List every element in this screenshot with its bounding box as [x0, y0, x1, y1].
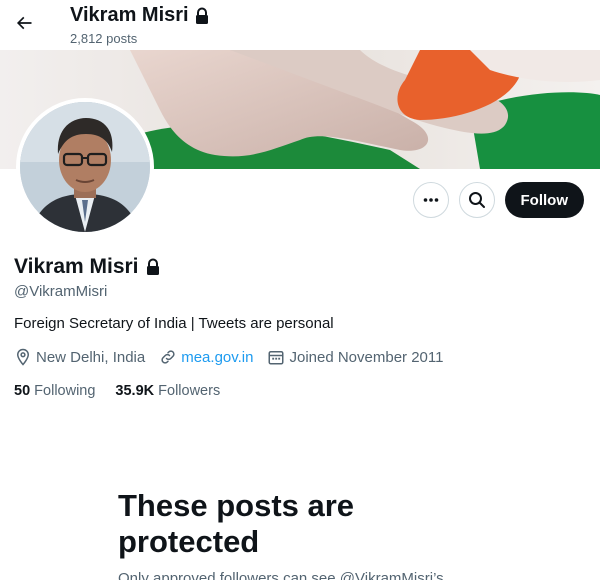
back-button[interactable]: [8, 7, 40, 39]
profile-avatar[interactable]: [16, 98, 154, 236]
header-title-row: Vikram Misri: [70, 4, 210, 27]
location-item: New Delhi, India: [14, 348, 145, 366]
website-link[interactable]: mea.gov.in: [181, 349, 253, 366]
profile-meta: New Delhi, India mea.gov.in Joined Novem…: [14, 348, 457, 366]
post-count: 2,812 posts: [70, 31, 138, 46]
link-icon: [161, 350, 175, 364]
followers-link[interactable]: 35.9K Followers: [115, 383, 220, 399]
following-count: 50: [14, 383, 35, 399]
location-icon: [16, 348, 30, 366]
protected-title: These posts are protected: [118, 488, 355, 559]
more-icon: [423, 198, 438, 202]
location-text: New Delhi, India: [36, 348, 146, 366]
joined-text: Joined November 2011: [289, 348, 444, 366]
more-button[interactable]: [412, 182, 449, 218]
following-label: Following: [34, 383, 96, 399]
search-button[interactable]: [458, 182, 495, 218]
lock-icon: [146, 258, 159, 275]
header-title: Vikram Misri: [70, 4, 189, 26]
lock-icon: [195, 7, 208, 24]
profile-handle: @VikramMisri: [14, 283, 108, 300]
follow-button[interactable]: Follow: [504, 182, 584, 218]
profile-stats: 50 Following 35.9K Followers: [14, 383, 220, 399]
calendar-icon: [268, 351, 284, 365]
following-link[interactable]: 50 Following: [14, 383, 95, 399]
joined-item: Joined November 2011: [267, 348, 443, 366]
profile-bio: Foreign Secretary of India | Tweets are …: [14, 315, 334, 332]
website-item: mea.gov.in: [159, 348, 253, 366]
back-arrow-icon: [16, 16, 32, 30]
search-icon: [468, 192, 485, 208]
avatar-image: [20, 102, 150, 232]
profile-actions: Follow: [412, 182, 584, 218]
profile-name: Vikram Misri: [14, 255, 139, 278]
profile-name-row: Vikram Misri: [14, 255, 161, 279]
followers-label: Followers: [158, 383, 221, 399]
top-bar: Vikram Misri 2,812 posts: [0, 0, 600, 50]
protected-subtitle: Only approved followers can see @VikramM…: [118, 570, 444, 580]
followers-count: 35.9K: [115, 383, 159, 399]
